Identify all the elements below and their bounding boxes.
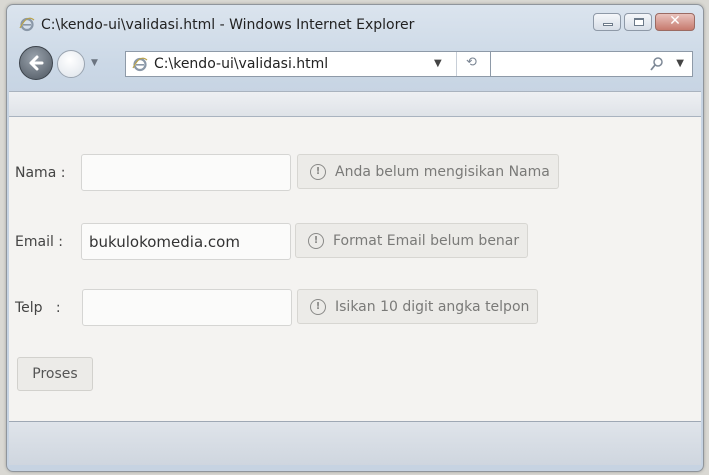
status-bar: [9, 421, 701, 465]
nama-input[interactable]: [81, 154, 291, 191]
browser-window: C:\kendo-ui\validasi.html - Windows Inte…: [6, 4, 704, 472]
back-button[interactable]: [19, 46, 53, 80]
page-content: Nama : ! Anda belum mengisikan Nama Emai…: [9, 117, 701, 421]
address-text[interactable]: C:\kendo-ui\validasi.html: [154, 56, 328, 72]
warning-icon: !: [308, 232, 324, 249]
address-bar[interactable]: C:\kendo-ui\validasi.html ▼ ⟲: [125, 51, 491, 77]
ie-logo-icon: [19, 17, 35, 32]
search-icon[interactable]: [650, 56, 664, 72]
telp-label: Telp :: [15, 300, 61, 316]
email-error-tooltip: ! Format Email belum benar: [295, 223, 529, 258]
email-label: Email :: [15, 234, 64, 250]
back-arrow-icon: [29, 55, 44, 71]
title-bar: C:\kendo-ui\validasi.html - Windows Inte…: [7, 5, 703, 41]
search-dropdown-icon[interactable]: ▼: [676, 58, 684, 69]
telp-input[interactable]: [82, 289, 292, 326]
page-icon: [132, 57, 148, 72]
nama-label: Nama :: [15, 165, 66, 181]
maximize-icon: [634, 18, 644, 26]
search-box[interactable]: ▼: [491, 51, 693, 77]
telp-error-tooltip: ! Isikan 10 digit angka telpon: [297, 289, 539, 324]
email-error-text: Format Email belum benar: [333, 232, 520, 249]
warning-icon: !: [310, 163, 326, 180]
address-dropdown-icon[interactable]: ▼: [434, 58, 442, 69]
forward-button[interactable]: [57, 50, 85, 78]
maximize-button[interactable]: [624, 13, 652, 31]
refresh-button[interactable]: ⟲: [456, 52, 491, 76]
nama-error-text: Anda belum mengisikan Nama: [335, 163, 550, 180]
recent-pages-dropdown-icon[interactable]: ▼: [91, 58, 98, 68]
refresh-icon: ⟲: [466, 55, 477, 70]
window-controls: ✕: [593, 13, 695, 31]
telp-error-text: Isikan 10 digit angka telpon: [335, 298, 530, 315]
proses-button[interactable]: Proses: [17, 357, 93, 391]
close-icon: ✕: [669, 13, 681, 29]
email-input[interactable]: [81, 223, 291, 260]
navigation-bar: ▼ C:\kendo-ui\validasi.html ▼ ⟲ ▼: [7, 41, 703, 85]
nama-error-tooltip: ! Anda belum mengisikan Nama: [297, 154, 559, 189]
minimize-icon: [603, 23, 613, 26]
command-bar: [9, 91, 701, 117]
warning-icon: !: [310, 298, 326, 315]
close-button[interactable]: ✕: [655, 13, 695, 31]
window-title: C:\kendo-ui\validasi.html - Windows Inte…: [41, 17, 415, 33]
minimize-button[interactable]: [593, 13, 621, 31]
